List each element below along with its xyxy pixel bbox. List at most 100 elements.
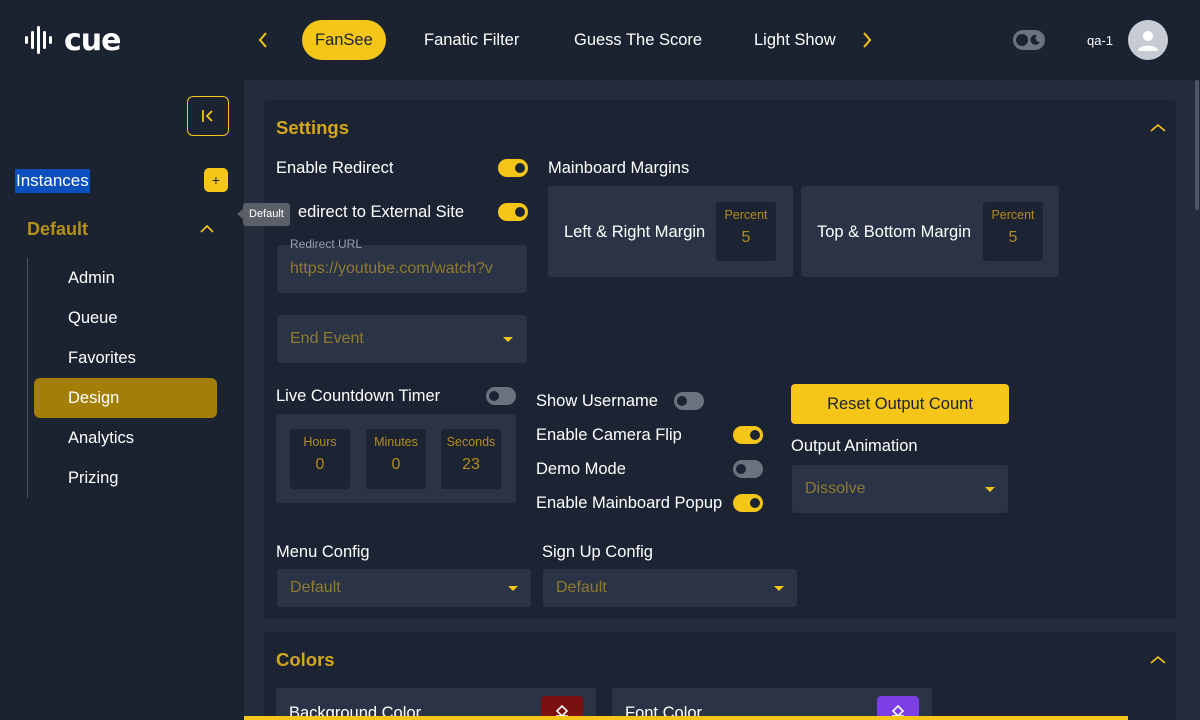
camera-flip-label: Enable Camera Flip bbox=[536, 426, 682, 444]
chevron-up-icon[interactable] bbox=[200, 221, 214, 239]
enable-redirect-toggle[interactable] bbox=[498, 159, 528, 177]
hours-input[interactable]: Hours 0 bbox=[290, 429, 350, 489]
redirect-url-caption: Redirect URL bbox=[290, 237, 363, 251]
tab-fansee[interactable]: FanSee bbox=[302, 20, 386, 60]
top-bottom-margin-input[interactable]: Percent 5 bbox=[983, 202, 1043, 261]
username: qa-1 bbox=[1087, 33, 1114, 48]
mainboard-popup-label: Enable Mainboard Popup bbox=[536, 494, 723, 512]
tooltip: Default bbox=[237, 203, 290, 226]
user-icon bbox=[1138, 31, 1158, 51]
output-animation-value: Dissolve bbox=[805, 480, 866, 497]
mainboard-margins-label: Mainboard Margins bbox=[548, 159, 690, 177]
menu-config-label: Menu Config bbox=[276, 543, 370, 561]
seconds-value: 23 bbox=[462, 456, 480, 473]
toggle-knob bbox=[677, 396, 687, 406]
colors-panel: Colors Background Color Font Color bbox=[264, 632, 1176, 720]
chevron-up-icon[interactable] bbox=[1150, 120, 1166, 138]
minutes-value: 0 bbox=[391, 456, 401, 473]
menu-divider bbox=[27, 258, 28, 498]
settings-panel: Settings Enable Redirect edirect to Exte… bbox=[264, 100, 1176, 619]
colors-title: Colors bbox=[276, 649, 335, 670]
minutes-caption: Minutes bbox=[374, 435, 418, 449]
minutes-input[interactable]: Minutes 0 bbox=[366, 429, 426, 489]
chevron-up-icon[interactable] bbox=[1150, 652, 1166, 670]
sound-wave-icon bbox=[25, 26, 52, 54]
demo-mode-label: Demo Mode bbox=[536, 460, 626, 478]
signup-config-value: Default bbox=[556, 579, 607, 596]
logo[interactable]: cue bbox=[24, 22, 121, 58]
redirect-url-field[interactable]: Redirect URL https://youtube.com/watch?v bbox=[277, 237, 527, 293]
instances-heading: Instances bbox=[15, 169, 90, 193]
chevron-left-icon bbox=[258, 32, 267, 48]
caret-down-icon bbox=[985, 487, 995, 492]
show-username-toggle[interactable] bbox=[674, 392, 704, 410]
toggle-knob bbox=[750, 498, 760, 508]
signup-config-label: Sign Up Config bbox=[542, 543, 653, 561]
top-bottom-margin-value: 5 bbox=[1008, 229, 1018, 246]
theme-toggle[interactable] bbox=[1013, 30, 1045, 50]
caret-down-icon bbox=[508, 586, 518, 591]
sidebar: Instances + Default Admin Queue Favorite… bbox=[0, 80, 244, 720]
vertical-scrollbar[interactable] bbox=[1195, 80, 1199, 210]
avatar[interactable] bbox=[1128, 20, 1168, 60]
end-event-value: End Event bbox=[290, 330, 364, 347]
sidebar-item-admin[interactable]: Admin bbox=[34, 258, 217, 298]
signup-config-select[interactable]: Default bbox=[543, 569, 797, 607]
toggle-knob bbox=[515, 207, 525, 217]
mainboard-popup-toggle[interactable] bbox=[733, 494, 763, 512]
show-username-label: Show Username bbox=[536, 392, 658, 410]
percent-caption: Percent bbox=[724, 208, 768, 222]
collapse-left-icon bbox=[202, 110, 213, 122]
redirect-url-value: https://youtube.com/watch?v bbox=[290, 260, 493, 277]
sidebar-item-analytics[interactable]: Analytics bbox=[34, 418, 217, 458]
top-bar: cue FanSee Fanatic Filter Guess The Scor… bbox=[0, 0, 1200, 80]
main-content: Settings Enable Redirect edirect to Exte… bbox=[244, 80, 1200, 720]
menu-config-select[interactable]: Default bbox=[277, 569, 531, 607]
left-right-margin-label: Left & Right Margin bbox=[564, 223, 706, 241]
horizontal-scrollbar[interactable] bbox=[244, 716, 1128, 720]
settings-title: Settings bbox=[276, 117, 349, 138]
demo-mode-toggle[interactable] bbox=[733, 460, 763, 478]
seconds-input[interactable]: Seconds 23 bbox=[441, 429, 501, 489]
countdown-toggle[interactable] bbox=[486, 387, 516, 405]
chevron-right-icon bbox=[863, 32, 872, 48]
tabs-scroll-left[interactable] bbox=[252, 27, 274, 53]
left-right-margin-card: Left & Right Margin Percent 5 bbox=[548, 186, 793, 277]
left-right-margin-input[interactable]: Percent 5 bbox=[716, 202, 776, 261]
output-animation-label: Output Animation bbox=[791, 437, 918, 455]
top-bottom-margin-card: Top & Bottom Margin Percent 5 bbox=[801, 186, 1059, 277]
collapse-sidebar-button[interactable] bbox=[187, 96, 229, 136]
enable-redirect-label: Enable Redirect bbox=[276, 159, 394, 177]
hours-caption: Hours bbox=[303, 435, 337, 449]
redirect-external-label: edirect to External Site bbox=[298, 203, 464, 221]
end-event-select[interactable]: End Event bbox=[277, 315, 527, 363]
sidebar-item-design[interactable]: Design bbox=[34, 378, 217, 418]
moon-icon bbox=[1030, 34, 1040, 45]
sidebar-item-prizing[interactable]: Prizing bbox=[34, 458, 217, 498]
left-right-margin-value: 5 bbox=[741, 229, 751, 246]
percent-caption: Percent bbox=[991, 208, 1035, 222]
caret-down-icon bbox=[774, 586, 784, 591]
top-bottom-margin-label: Top & Bottom Margin bbox=[817, 223, 972, 241]
toggle-knob bbox=[736, 464, 746, 474]
camera-flip-toggle[interactable] bbox=[733, 426, 763, 444]
hours-value: 0 bbox=[315, 456, 325, 473]
instance-group-default[interactable]: Default bbox=[27, 219, 88, 240]
redirect-external-toggle[interactable] bbox=[498, 203, 528, 221]
countdown-card: Hours 0 Minutes 0 Seconds 23 bbox=[276, 414, 516, 503]
add-instance-button[interactable]: + bbox=[204, 168, 228, 192]
reset-output-count-button[interactable]: Reset Output Count bbox=[791, 384, 1009, 424]
toggle-knob bbox=[489, 391, 499, 401]
tab-fanatic-filter[interactable]: Fanatic Filter bbox=[411, 20, 532, 60]
tab-guess-the-score[interactable]: Guess The Score bbox=[561, 20, 715, 60]
output-animation-select[interactable]: Dissolve bbox=[792, 465, 1008, 513]
toggle-knob bbox=[515, 163, 525, 173]
seconds-caption: Seconds bbox=[446, 435, 496, 449]
tab-light-show[interactable]: Light Show bbox=[741, 20, 849, 60]
tabs-scroll-right[interactable] bbox=[856, 27, 878, 53]
logo-text: cue bbox=[64, 22, 121, 58]
toggle-knob bbox=[1016, 34, 1028, 46]
countdown-label: Live Countdown Timer bbox=[276, 387, 441, 405]
sidebar-item-favorites[interactable]: Favorites bbox=[34, 338, 217, 378]
sidebar-item-queue[interactable]: Queue bbox=[34, 298, 217, 338]
